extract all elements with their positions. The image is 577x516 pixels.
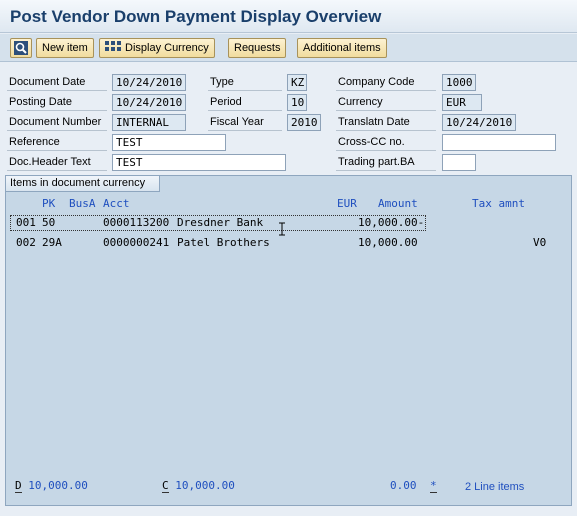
line-items-count: 2 Line items (465, 481, 525, 493)
column-header-busa: BusA (69, 197, 96, 210)
fiscal-year-field[interactable]: 2010 (287, 114, 321, 131)
debit-label: D (15, 479, 22, 493)
credit-label: C (162, 479, 169, 493)
row-1-account: 0000113200 (103, 216, 170, 229)
debit-value: 10,000.00 (28, 479, 88, 492)
display-document-button[interactable] (10, 38, 32, 58)
row-1-name: Dresdner Bank (177, 216, 264, 229)
display-currency-button[interactable]: Display Currency (99, 38, 215, 58)
items-tab[interactable]: Items in document currency (6, 176, 161, 192)
company-code-field[interactable]: 1000 (442, 74, 476, 91)
posting-date-field[interactable]: 10/24/2010 (112, 94, 186, 111)
credit-total: C 10,000.00 (162, 479, 235, 493)
document-number-label: Document Number (7, 114, 107, 131)
row-2-line: 002 (16, 236, 36, 249)
credit-value: 10,000.00 (175, 479, 235, 492)
title-bar: Post Vendor Down Payment Display Overvie… (0, 0, 577, 33)
period-field[interactable]: 10 (287, 94, 307, 111)
type-field[interactable]: KZ (287, 74, 307, 91)
trading-part-ba-label: Trading part.BA (336, 154, 436, 171)
additional-items-button[interactable]: Additional items (297, 38, 387, 58)
column-header-amount: Amount (378, 197, 418, 210)
magnifier-icon (14, 41, 28, 55)
page-title: Post Vendor Down Payment Display Overvie… (10, 7, 382, 26)
row-1-amount: 10,000.00- (358, 216, 425, 229)
column-header-tax-amount: Tax amnt (472, 197, 525, 210)
text-cursor-icon (279, 222, 285, 236)
column-header-pk: PK (42, 197, 56, 210)
debit-total: D 10,000.00 (15, 479, 88, 493)
fiscal-year-label: Fiscal Year (208, 114, 282, 131)
period-label: Period (208, 94, 282, 111)
translatn-date-field[interactable]: 10/24/2010 (442, 114, 516, 131)
row-2-name: Patel Brothers (177, 236, 270, 249)
reference-label: Reference (7, 134, 107, 151)
table-grid-icon (105, 41, 121, 51)
application-toolbar: New item Display Currency Requests Addit… (0, 34, 577, 62)
company-code-label: Company Code (336, 74, 436, 91)
doc-header-text-label: Doc.Header Text (7, 154, 107, 171)
type-label: Type (208, 74, 282, 91)
row-2-pk: 29A (42, 236, 62, 249)
row-2-tax-code: V0 (533, 236, 547, 249)
row-1-pk: 50 (42, 216, 56, 229)
row-1-line: 001 (16, 216, 36, 229)
balance-value: 0.00 (390, 479, 417, 492)
reference-field[interactable]: TEST (112, 134, 226, 151)
document-date-label: Document Date (7, 74, 107, 91)
document-number-field[interactable]: INTERNAL (112, 114, 186, 131)
display-currency-label: Display Currency (125, 42, 209, 54)
currency-field[interactable]: EUR (442, 94, 482, 111)
translatn-date-label: Translatn Date (336, 114, 436, 131)
new-item-button[interactable]: New item (36, 38, 94, 58)
row-2-account: 0000000241 (103, 236, 170, 249)
column-header-currency: EUR (337, 197, 357, 210)
balance-status-indicator: * (430, 479, 437, 493)
posting-date-label: Posting Date (7, 94, 107, 111)
row-2-amount: 10,000.00 (358, 236, 418, 249)
requests-button[interactable]: Requests (228, 38, 287, 58)
document-date-field[interactable]: 10/24/2010 (112, 74, 186, 91)
doc-header-text-field[interactable]: TEST (112, 154, 286, 171)
cross-cc-no-field[interactable] (442, 134, 556, 151)
column-header-acct: Acct (103, 197, 130, 210)
trading-part-ba-field[interactable] (442, 154, 476, 171)
cross-cc-no-label: Cross-CC no. (336, 134, 436, 151)
currency-label: Currency (336, 94, 436, 111)
